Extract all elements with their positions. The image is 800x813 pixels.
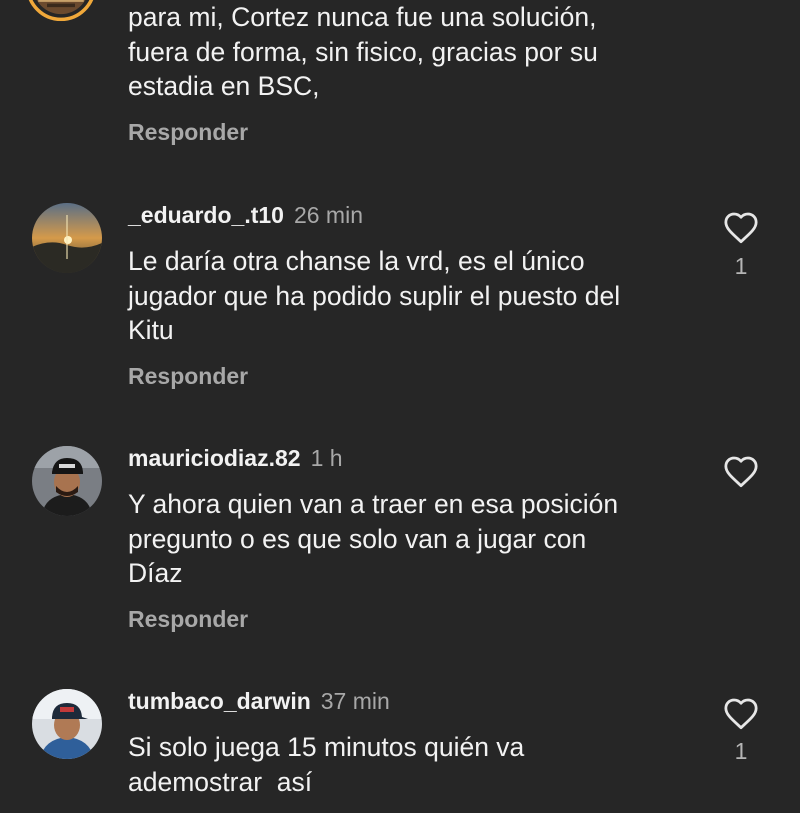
reply-button[interactable]: Responder <box>128 605 248 633</box>
comment-text-line: para mi, Cortez nunca fue una solución, <box>128 2 597 32</box>
comment-text-line: Y ahora quien van a traer en esa posició… <box>128 489 619 519</box>
heart-outline-icon <box>724 212 758 244</box>
avatar[interactable] <box>32 689 102 759</box>
comment-text-line: Kitu <box>128 315 174 345</box>
comment-time: 1 h <box>310 445 343 471</box>
like-button[interactable] <box>722 696 760 730</box>
comment-time: 26 min <box>293 202 363 228</box>
comment-meta: tumbaco_darwin 37 min <box>128 687 390 715</box>
heart-outline-icon <box>724 698 758 730</box>
comment-text-line: estadia en BSC, <box>128 71 320 101</box>
comment-text: Y ahora quien van a traer en esa posició… <box>128 487 708 591</box>
reply-button[interactable]: Responder <box>128 118 248 146</box>
username-link[interactable]: _eduardo_.t10 <box>128 202 284 228</box>
comment-text: Si solo juega 15 minutos quién va ademos… <box>128 730 708 799</box>
comment-text-line: Si solo juega 15 minutos quién va <box>128 732 525 762</box>
comment-text-line: Díaz <box>128 558 183 588</box>
comment-text-line: pregunto o es que solo van a jugar con <box>128 523 587 554</box>
comments-screen: para mi, Cortez nunca fue una solución, … <box>0 0 800 813</box>
like-button[interactable] <box>722 210 760 244</box>
comment-text-line: jugador que ha podido suplir el puesto d… <box>128 280 621 311</box>
like-count: 1 <box>734 738 748 764</box>
comment-meta: _eduardo_.t10 26 min <box>128 201 363 229</box>
comment-time: 37 min <box>320 688 390 714</box>
comment-meta: mauriciodiaz.82 1 h <box>128 444 343 472</box>
comment-text-line: ademostrar así <box>128 766 313 797</box>
avatar[interactable] <box>26 0 106 22</box>
avatar[interactable] <box>32 446 102 516</box>
comment-text: Le daría otra chanse la vrd, es el único… <box>128 244 708 348</box>
comment-text-line: Le daría otra chanse la vrd, es el único <box>128 246 585 276</box>
username-link[interactable]: mauriciodiaz.82 <box>128 445 301 471</box>
comment-text: para mi, Cortez nunca fue una solución, … <box>128 0 708 104</box>
like-button[interactable] <box>722 454 760 488</box>
username-link[interactable]: tumbaco_darwin <box>128 688 311 714</box>
reply-button[interactable]: Responder <box>128 362 248 390</box>
avatar[interactable] <box>32 203 102 273</box>
comment-text-line: fuera de forma, sin fisico, gracias por … <box>128 36 598 67</box>
like-count: 1 <box>734 253 748 279</box>
heart-outline-icon <box>724 456 758 488</box>
